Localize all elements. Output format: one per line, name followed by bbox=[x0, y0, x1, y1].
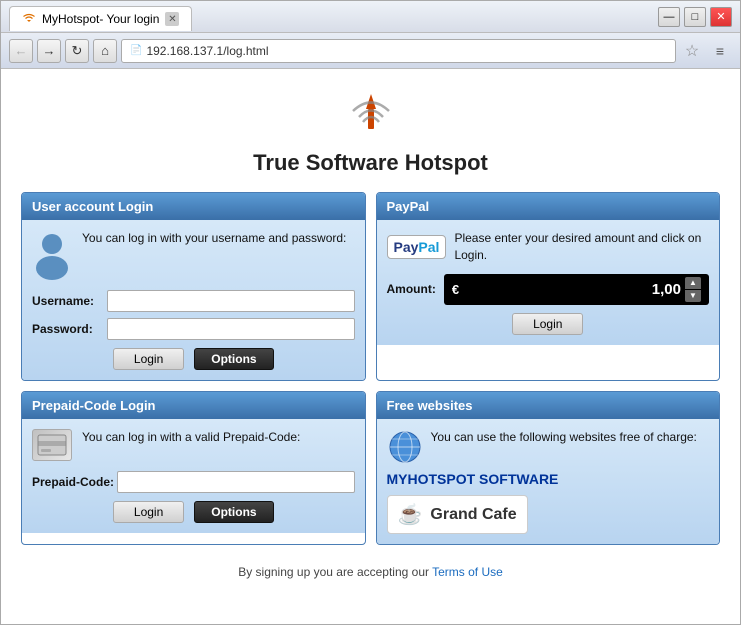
free-websites-description: You can use the following websites free … bbox=[431, 429, 697, 446]
paypal-buttons: Login bbox=[387, 313, 710, 335]
free-software-label: MYHOTSPOT SOFTWARE bbox=[387, 471, 710, 487]
address-bar[interactable]: 📄 192.168.137.1/log.html bbox=[121, 39, 676, 63]
free-websites-panel: Free websites You can use the following … bbox=[376, 391, 721, 545]
user-account-body: You can log in with your username and pa… bbox=[22, 220, 365, 380]
username-input[interactable] bbox=[107, 290, 355, 312]
browser-frame: MyHotspot- Your login ✕ — □ ✕ ← → ↻ ⌂ 📄 … bbox=[0, 0, 741, 625]
password-input[interactable] bbox=[107, 318, 355, 340]
free-header-row: You can use the following websites free … bbox=[387, 429, 710, 465]
amount-row: Amount: € 1,00 ▲ ▼ bbox=[387, 274, 710, 305]
prepaid-login-button[interactable]: Login bbox=[113, 501, 184, 523]
amount-value: 1,00 bbox=[465, 281, 681, 298]
tab-close-button[interactable]: ✕ bbox=[165, 12, 179, 26]
card-svg bbox=[37, 434, 67, 456]
prepaid-description: You can log in with a valid Prepaid-Code… bbox=[82, 429, 300, 446]
user-avatar-icon bbox=[32, 230, 72, 280]
username-row: Username: bbox=[32, 290, 355, 312]
amount-input-wrapper: € 1,00 ▲ ▼ bbox=[444, 274, 709, 305]
amount-label: Amount: bbox=[387, 282, 436, 296]
prepaid-icon-area: You can log in with a valid Prepaid-Code… bbox=[32, 429, 355, 461]
prepaid-options-button[interactable]: Options bbox=[194, 501, 273, 523]
user-options-button[interactable]: Options bbox=[194, 348, 273, 370]
footer: By signing up you are accepting our Term… bbox=[21, 559, 720, 585]
prepaid-card-icon bbox=[32, 429, 72, 461]
user-icon-area: You can log in with your username and pa… bbox=[32, 230, 355, 280]
page-content: True Software Hotspot User account Login… bbox=[1, 69, 740, 624]
maximize-button[interactable]: □ bbox=[684, 7, 706, 27]
main-grid: User account Login You can log in with y… bbox=[21, 192, 720, 545]
wifi-icon-area bbox=[21, 89, 720, 142]
free-websites-header: Free websites bbox=[377, 392, 720, 419]
user-account-panel: User account Login You can log in with y… bbox=[21, 192, 366, 381]
window-controls: — □ ✕ bbox=[658, 7, 732, 27]
prepaid-code-row: Prepaid-Code: bbox=[32, 471, 355, 493]
back-button[interactable]: ← bbox=[9, 39, 33, 63]
user-login-button[interactable]: Login bbox=[113, 348, 184, 370]
paypal-logo: PayPal bbox=[387, 235, 447, 259]
tab-favicon bbox=[22, 12, 36, 26]
user-account-buttons: Login Options bbox=[32, 348, 355, 370]
nav-bar: ← → ↻ ⌂ 📄 192.168.137.1/log.html ☆ ≡ bbox=[1, 33, 740, 69]
url-text: 192.168.137.1/log.html bbox=[146, 44, 268, 58]
prepaid-panel: Prepaid-Code Login You can log in with a… bbox=[21, 391, 366, 545]
browser-tab[interactable]: MyHotspot- Your login ✕ bbox=[9, 6, 192, 31]
password-row: Password: bbox=[32, 318, 355, 340]
paypal-body: PayPal Please enter your desired amount … bbox=[377, 220, 720, 345]
address-file-icon: 📄 bbox=[130, 45, 142, 56]
wifi-icon bbox=[341, 89, 401, 139]
prepaid-header: Prepaid-Code Login bbox=[22, 392, 365, 419]
browser-menu-button[interactable]: ≡ bbox=[708, 39, 732, 63]
globe-icon bbox=[387, 429, 423, 465]
paypal-login-button[interactable]: Login bbox=[512, 313, 583, 335]
paypal-logo-row: PayPal Please enter your desired amount … bbox=[387, 230, 710, 264]
paypal-pay-text: Pay bbox=[394, 239, 419, 255]
terms-of-use-link[interactable]: Terms of Use bbox=[432, 565, 503, 579]
tab-title: MyHotspot- Your login bbox=[42, 12, 159, 26]
prepaid-code-input[interactable] bbox=[117, 471, 355, 493]
password-label: Password: bbox=[32, 322, 107, 336]
euro-symbol: € bbox=[452, 282, 459, 297]
free-websites-body: You can use the following websites free … bbox=[377, 419, 720, 544]
coffee-cup-icon: ☕ bbox=[398, 502, 423, 527]
close-button[interactable]: ✕ bbox=[710, 7, 732, 27]
prepaid-buttons: Login Options bbox=[32, 501, 355, 523]
grand-cafe-badge[interactable]: ☕ Grand Cafe bbox=[387, 495, 528, 534]
paypal-pal-text: Pal bbox=[418, 239, 439, 255]
bookmark-button[interactable]: ☆ bbox=[680, 39, 704, 63]
footer-text: By signing up you are accepting our bbox=[238, 565, 432, 579]
home-button[interactable]: ⌂ bbox=[93, 39, 117, 63]
cafe-name: Grand Cafe bbox=[430, 506, 516, 524]
amount-up-button[interactable]: ▲ bbox=[685, 277, 701, 289]
title-bar: MyHotspot- Your login ✕ — □ ✕ bbox=[1, 1, 740, 33]
username-label: Username: bbox=[32, 294, 107, 308]
paypal-header: PayPal bbox=[377, 193, 720, 220]
amount-arrows: ▲ ▼ bbox=[685, 277, 701, 302]
user-account-description: You can log in with your username and pa… bbox=[82, 230, 346, 247]
minimize-button[interactable]: — bbox=[658, 7, 680, 27]
prepaid-code-label: Prepaid-Code: bbox=[32, 475, 117, 489]
paypal-panel: PayPal PayPal Please enter your desired … bbox=[376, 192, 721, 381]
refresh-button[interactable]: ↻ bbox=[65, 39, 89, 63]
page-title: True Software Hotspot bbox=[21, 150, 720, 176]
user-account-header: User account Login bbox=[22, 193, 365, 220]
forward-button[interactable]: → bbox=[37, 39, 61, 63]
amount-down-button[interactable]: ▼ bbox=[685, 290, 701, 302]
paypal-description: Please enter your desired amount and cli… bbox=[454, 230, 709, 264]
prepaid-body: You can log in with a valid Prepaid-Code… bbox=[22, 419, 365, 533]
